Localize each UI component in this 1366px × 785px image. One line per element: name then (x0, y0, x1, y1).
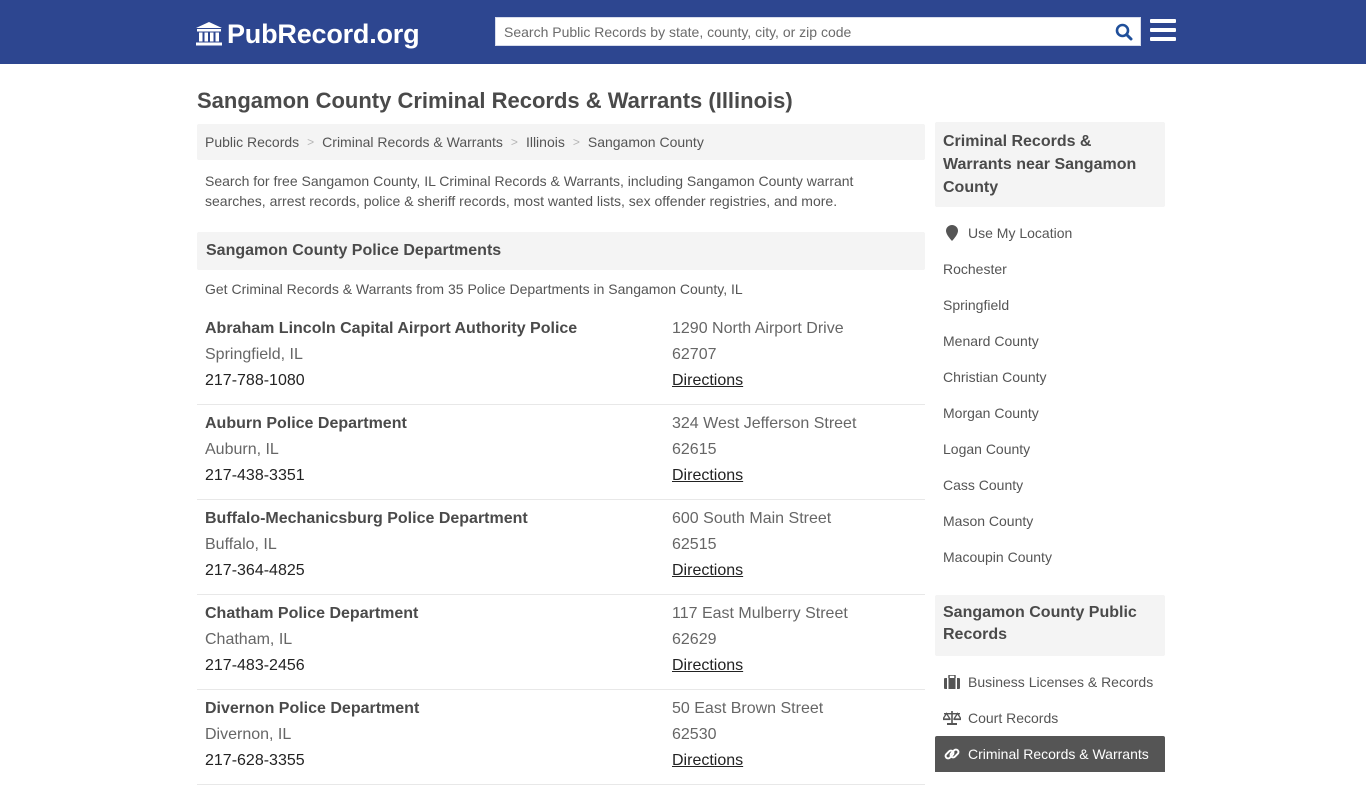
directions-link[interactable]: Directions (672, 372, 743, 390)
department-city: Divernon, IL (205, 726, 292, 743)
nearby-link-rochester[interactable]: Rochester (935, 251, 1165, 287)
nearby-link-morgan-county[interactable]: Morgan County (935, 395, 1165, 431)
section-title: Sangamon County Police Departments (197, 232, 925, 270)
department-row: Auburn Police Department Auburn, IL 217-… (197, 405, 925, 500)
department-phone[interactable]: 217-438-3351 (205, 467, 305, 485)
sidebar-nearby-list: Use My Location Rochester Springfield Me… (935, 215, 1165, 575)
directions-link[interactable]: Directions (672, 562, 743, 580)
breadcrumb-separator: > (307, 135, 315, 149)
page-title: Sangamon County Criminal Records & Warra… (197, 88, 793, 113)
department-name[interactable]: Buffalo-Mechanicsburg Police Department (205, 510, 528, 528)
sidebar-nearby-title: Criminal Records & Warrants near Sangamo… (935, 122, 1165, 207)
department-name[interactable]: Auburn Police Department (205, 415, 407, 433)
department-name[interactable]: Abraham Lincoln Capital Airport Authorit… (205, 320, 577, 338)
nearby-link-logan-county[interactable]: Logan County (935, 431, 1165, 467)
breadcrumb-criminal-records[interactable]: Criminal Records & Warrants (322, 134, 503, 150)
department-zip: 62707 (672, 346, 717, 363)
department-phone[interactable]: 217-364-4825 (205, 562, 305, 580)
department-row: Divernon Police Department Divernon, IL … (197, 690, 925, 785)
breadcrumb-sangamon-county[interactable]: Sangamon County (588, 134, 704, 150)
nearby-link-christian-county[interactable]: Christian County (935, 359, 1165, 395)
top-navbar: PubRecord.org (0, 0, 1366, 64)
breadcrumb-illinois[interactable]: Illinois (526, 134, 565, 150)
department-address: 117 East Mulberry Street (672, 605, 848, 622)
department-phone[interactable]: 217-788-1080 (205, 372, 305, 390)
department-row: Abraham Lincoln Capital Airport Authorit… (197, 310, 925, 405)
breadcrumb-separator: > (510, 135, 518, 149)
nearby-link-macoupin-county[interactable]: Macoupin County (935, 539, 1165, 575)
department-zip: 62515 (672, 536, 717, 553)
sidebar-item-label: Criminal Records & Warrants (968, 746, 1149, 762)
department-name[interactable]: Divernon Police Department (205, 700, 419, 718)
nearby-link-mason-county[interactable]: Mason County (935, 503, 1165, 539)
department-name[interactable]: Chatham Police Department (205, 605, 418, 623)
department-address: 50 East Brown Street (672, 700, 824, 717)
sidebar-item-label: Business Licenses & Records (968, 674, 1154, 690)
department-phone[interactable]: 217-483-2456 (205, 657, 305, 675)
link-icon (943, 746, 961, 762)
nearby-link-cass-county[interactable]: Cass County (935, 467, 1165, 503)
sidebar-item-criminal-records[interactable]: Criminal Records & Warrants (935, 736, 1165, 772)
use-my-location-button[interactable]: Use My Location (935, 215, 1165, 251)
department-phone[interactable]: 217-628-3355 (205, 752, 305, 770)
department-row: Buffalo-Mechanicsburg Police Department … (197, 500, 925, 595)
intro-text: Search for free Sangamon County, IL Crim… (205, 173, 854, 209)
logo-text: PubRecord.org (227, 18, 420, 49)
directions-link[interactable]: Directions (672, 752, 743, 770)
section-subtitle: Get Criminal Records & Warrants from 35 … (205, 281, 743, 297)
department-zip: 62615 (672, 441, 717, 458)
breadcrumb: Public Records > Criminal Records & Warr… (197, 124, 925, 160)
department-city: Buffalo, IL (205, 536, 277, 553)
nearby-link-springfield[interactable]: Springfield (935, 287, 1165, 323)
sidebar-item-business-licenses[interactable]: Business Licenses & Records (935, 664, 1165, 700)
search-bar (495, 17, 1141, 46)
sidebar-item-label: Court Records (968, 710, 1059, 726)
search-icon (1115, 23, 1133, 40)
menu-bar-icon (1150, 37, 1176, 41)
use-my-location-label: Use My Location (968, 225, 1073, 241)
department-zip: 62530 (672, 726, 717, 743)
map-marker-icon (943, 225, 961, 241)
department-address: 324 West Jefferson Street (672, 415, 857, 432)
courthouse-icon (196, 22, 222, 46)
menu-bar-icon (1150, 28, 1176, 32)
department-city: Chatham, IL (205, 631, 293, 648)
breadcrumb-public-records[interactable]: Public Records (205, 134, 299, 150)
sidebar-records-list: Business Licenses & Records Court Record… (935, 664, 1165, 772)
directions-link[interactable]: Directions (672, 657, 743, 675)
sidebar-records-title: Sangamon County Public Records (935, 595, 1165, 656)
site-logo[interactable]: PubRecord.org (195, 18, 420, 50)
nearby-link-menard-county[interactable]: Menard County (935, 323, 1165, 359)
department-row: Chatham Police Department Chatham, IL 21… (197, 595, 925, 690)
directions-link[interactable]: Directions (672, 467, 743, 485)
search-button[interactable] (1108, 18, 1140, 45)
department-address: 600 South Main Street (672, 510, 832, 527)
search-input[interactable] (496, 18, 1108, 45)
hamburger-menu-button[interactable] (1150, 19, 1176, 43)
scales-icon (943, 710, 961, 726)
menu-bar-icon (1150, 19, 1176, 23)
department-city: Springfield, IL (205, 346, 303, 363)
department-zip: 62629 (672, 631, 717, 648)
department-city: Auburn, IL (205, 441, 279, 458)
breadcrumb-separator: > (572, 135, 580, 149)
department-address: 1290 North Airport Drive (672, 320, 844, 337)
sidebar-item-court-records[interactable]: Court Records (935, 700, 1165, 736)
briefcase-icon (943, 674, 961, 690)
department-list: Abraham Lincoln Capital Airport Authorit… (197, 310, 925, 785)
